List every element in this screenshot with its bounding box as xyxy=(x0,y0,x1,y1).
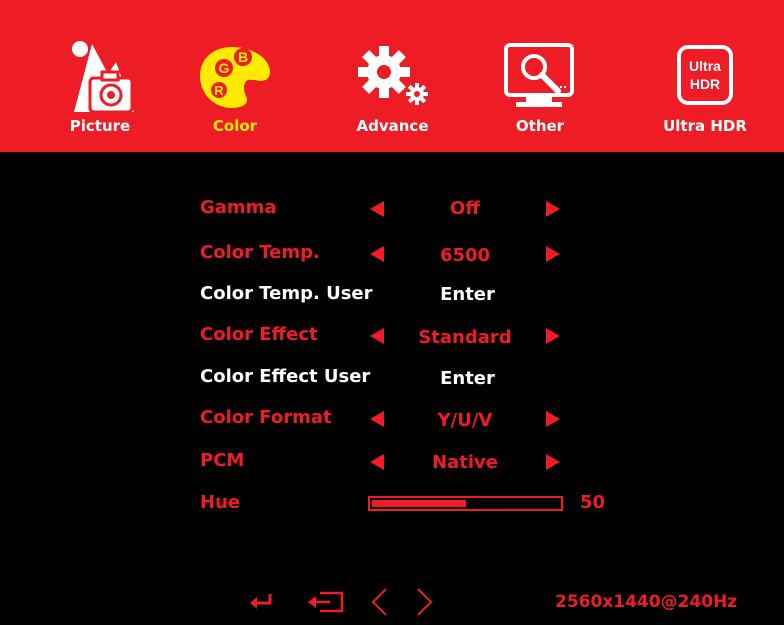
palette-letter-b: B xyxy=(238,49,248,65)
tab-label: Other xyxy=(515,117,565,135)
tab-advance[interactable]: Advance xyxy=(330,0,455,152)
monitor-search-icon xyxy=(500,42,580,114)
menu-item-value: 6500 xyxy=(439,245,491,266)
menu-item-value: Off xyxy=(450,198,480,219)
menu-row-gamma[interactable]: Gamma Off xyxy=(0,193,784,223)
hue-value: 50 xyxy=(580,492,606,513)
ultra-hdr-line2: HDR xyxy=(690,76,720,92)
menu-item-value: Y/U/V xyxy=(437,410,493,431)
right-arrow-icon[interactable] xyxy=(546,246,560,266)
menu-row-color-temp-user[interactable]: Color Temp. User Enter xyxy=(0,279,784,309)
menu-item-value: Native xyxy=(432,452,498,473)
menu-item-value: Standard xyxy=(418,327,512,348)
left-arrow-icon[interactable] xyxy=(370,201,384,221)
menu-row-color-temp[interactable]: Color Temp. 6500 xyxy=(0,238,784,268)
right-arrow-icon[interactable] xyxy=(546,201,560,221)
tab-label: Ultra HDR xyxy=(663,117,747,135)
enter-icon[interactable] xyxy=(250,593,274,615)
palette-icon: G B R xyxy=(198,44,272,114)
hue-slider-fill xyxy=(372,500,466,507)
right-icon[interactable] xyxy=(414,587,434,621)
menu-item-label: Hue xyxy=(200,492,241,513)
exit-icon[interactable] xyxy=(308,591,344,617)
right-arrow-icon[interactable] xyxy=(546,411,560,431)
tab-color[interactable]: G B R Color xyxy=(180,0,290,152)
ultra-hdr-icon: Ultra HDR xyxy=(676,44,734,110)
right-arrow-icon[interactable] xyxy=(546,454,560,474)
tab-label: Color xyxy=(212,117,258,135)
left-arrow-icon[interactable] xyxy=(370,411,384,431)
enter-button[interactable]: Enter xyxy=(400,284,535,305)
enter-button[interactable]: Enter xyxy=(400,368,535,389)
right-arrow-icon[interactable] xyxy=(546,328,560,348)
tab-label: Picture xyxy=(69,117,131,135)
gear-icon xyxy=(348,40,438,114)
left-arrow-icon[interactable] xyxy=(370,454,384,474)
menu-item-label: Color Format xyxy=(200,407,332,428)
tab-label: Advance xyxy=(356,117,429,135)
menu-row-color-effect-user[interactable]: Color Effect User Enter xyxy=(0,362,784,392)
resolution-status: 2560x1440@240Hz xyxy=(555,592,738,612)
hue-slider[interactable] xyxy=(368,496,563,511)
tab-picture[interactable]: Picture xyxy=(45,0,155,152)
tab-ultra-hdr[interactable]: Ultra HDR Ultra HDR xyxy=(650,0,760,152)
menu-row-hue[interactable]: Hue 50 xyxy=(0,488,784,518)
palette-letter-g: G xyxy=(219,60,230,76)
picture-icon xyxy=(60,38,140,120)
left-arrow-icon[interactable] xyxy=(370,246,384,266)
left-icon[interactable] xyxy=(370,587,390,621)
palette-letter-r: R xyxy=(214,83,224,98)
menu-item-label: Gamma xyxy=(200,197,277,218)
menu-item-label: Color Temp. xyxy=(200,242,320,263)
top-tab-bar: Picture G B R Color Advance Other Ultra … xyxy=(0,0,784,152)
menu-row-color-format[interactable]: Color Format Y/U/V xyxy=(0,403,784,433)
tab-other[interactable]: Other xyxy=(485,0,595,152)
menu-item-label: Color Effect User xyxy=(200,366,371,387)
ultra-hdr-line1: Ultra xyxy=(689,58,721,74)
menu-row-color-effect[interactable]: Color Effect Standard xyxy=(0,320,784,350)
left-arrow-icon[interactable] xyxy=(370,328,384,348)
menu-row-pcm[interactable]: PCM Native xyxy=(0,446,784,476)
menu-item-label: PCM xyxy=(200,450,245,471)
menu-item-label: Color Effect xyxy=(200,324,318,345)
menu-item-label: Color Temp. User xyxy=(200,283,373,304)
